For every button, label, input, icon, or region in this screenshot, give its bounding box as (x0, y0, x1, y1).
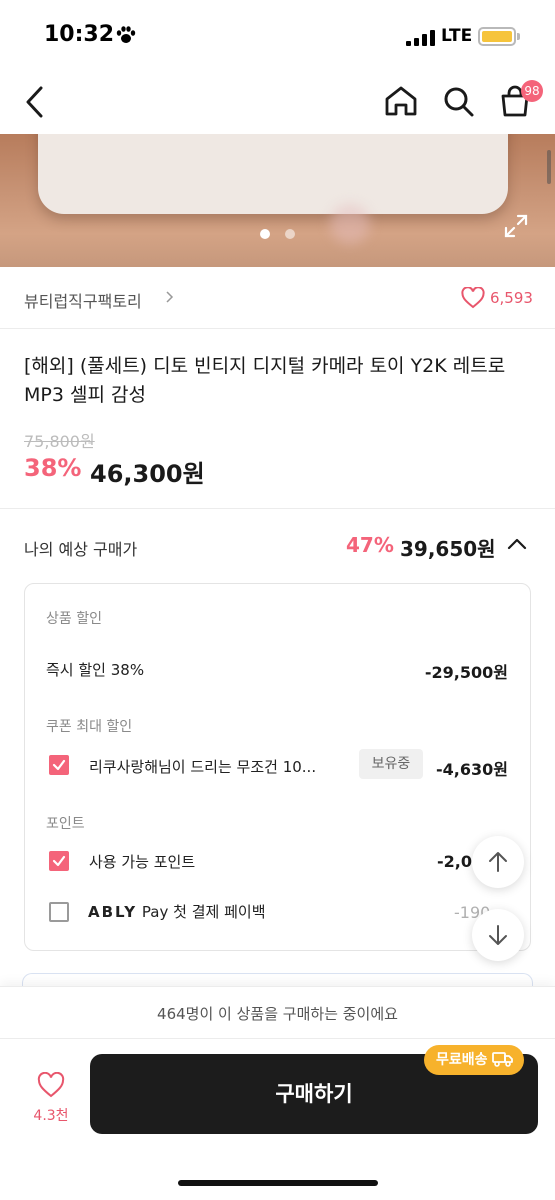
back-icon[interactable] (24, 86, 46, 118)
ably-pay-payback: ABLY Pay 첫 결제 페이백 (88, 901, 266, 922)
network-label: LTE (441, 26, 473, 46)
product-title: [해외] (풀세트) 디토 빈티지 디지털 카메라 토이 Y2K 레트로 MP3… (24, 355, 506, 406)
free-shipping-label: 무료배송 (436, 1052, 488, 1068)
coupon-owned-badge: 보유중 (359, 749, 423, 779)
discount-rate: 38% (24, 454, 82, 482)
points-section-label: 포인트 (46, 816, 85, 832)
product-discount-label: 상품 할인 (46, 611, 102, 627)
ably-logo: ABLY (88, 903, 138, 921)
instant-discount-label: 즉시 할인 38% (46, 661, 145, 679)
heart-outline-icon[interactable] (461, 287, 485, 309)
battery-icon (478, 27, 516, 46)
available-points-amount: -2,0 (437, 852, 472, 871)
arrow-up-icon (489, 852, 507, 872)
product-photo-device (38, 134, 508, 214)
product-image[interactable] (0, 134, 555, 267)
sale-price: 46,300원 (90, 460, 205, 488)
points-checkbox[interactable] (49, 851, 69, 871)
home-indicator[interactable] (178, 1180, 378, 1186)
ably-pay-checkbox[interactable] (49, 902, 69, 922)
coupon-name[interactable]: 리쿠사랑해님이 드리는 무조건 10... (89, 756, 316, 777)
chevron-up-icon[interactable] (507, 537, 527, 551)
coupon-section-label: 쿠폰 최대 할인 (46, 719, 133, 735)
battery-cap (517, 33, 520, 40)
carousel-dot-1[interactable] (260, 229, 270, 239)
ably-payback-label: 첫 결제 페이백 (173, 903, 266, 921)
scroll-top-button[interactable] (472, 836, 524, 888)
chevron-right-icon (166, 291, 174, 303)
status-bar: 10:32 LTE (0, 0, 555, 72)
arrow-down-icon (489, 925, 507, 945)
top-nav (0, 72, 555, 134)
heart-outline-icon[interactable] (37, 1072, 65, 1098)
paw-icon (116, 26, 136, 43)
carousel-dot-2[interactable] (285, 229, 295, 239)
coupon-amount: -4,630원 (436, 760, 508, 779)
search-icon[interactable] (442, 85, 475, 118)
purchase-notice: 464명이 이 상품을 구매하는 중이에요 (0, 986, 555, 1038)
expected-price: 39,650원 (400, 537, 496, 561)
check-icon (52, 855, 66, 867)
original-price: 75,800원 (24, 432, 95, 451)
truck-icon (491, 1052, 513, 1067)
favorite-count: 4.3천 (33, 1108, 69, 1124)
home-icon[interactable] (384, 85, 418, 117)
product-photo-blur (330, 204, 370, 244)
coupon-checkbox[interactable] (49, 755, 69, 775)
free-shipping-badge: 무료배송 (424, 1045, 524, 1075)
expected-price-label: 나의 예상 구매가 (24, 540, 138, 559)
store-like-count: 6,593 (490, 289, 533, 307)
store-name[interactable]: 뷰티럽직구팩토리 (24, 288, 142, 312)
signal-icon (406, 30, 435, 46)
cart-badge: 98 (521, 80, 543, 102)
divider (0, 508, 555, 509)
scrollbar[interactable] (547, 150, 551, 184)
status-time: 10:32 (44, 22, 115, 47)
expected-discount-rate: 47% (346, 533, 394, 557)
store-row[interactable]: 뷰티럽직구팩토리 6,593 (0, 267, 555, 329)
expand-icon[interactable] (504, 214, 528, 238)
check-icon (52, 759, 66, 771)
available-points-label: 사용 가능 포인트 (89, 853, 196, 871)
scroll-bottom-button[interactable] (472, 909, 524, 961)
purchase-notice-text: 464명이 이 상품을 구매하는 중이에요 (157, 1005, 398, 1023)
ably-pay-text: Pay (141, 903, 169, 921)
instant-discount-amount: -29,500원 (424, 663, 508, 682)
